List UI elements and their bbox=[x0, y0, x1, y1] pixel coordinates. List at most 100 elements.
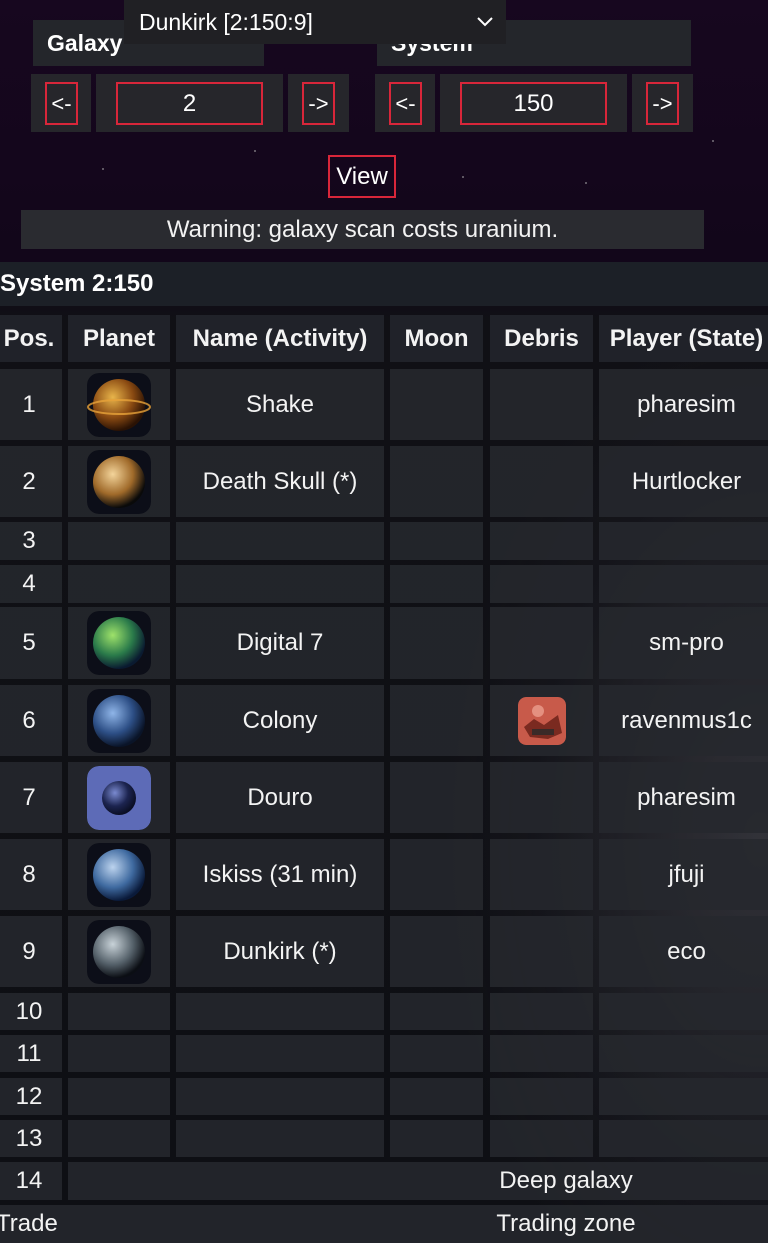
table-cell-planet bbox=[68, 1120, 170, 1157]
gas-giant-planet-icon[interactable] bbox=[87, 372, 151, 437]
table-cell-player bbox=[599, 565, 768, 603]
table-cell-debris bbox=[490, 916, 593, 987]
table-cell-planet bbox=[68, 1078, 170, 1115]
table-cell-debris bbox=[490, 685, 593, 756]
table-cell-pos: 12 bbox=[0, 1078, 62, 1115]
header-planet: Planet bbox=[68, 315, 170, 362]
table-cell-moon bbox=[390, 993, 483, 1030]
star bbox=[102, 168, 104, 170]
star bbox=[712, 140, 714, 142]
special-row-label: Trade bbox=[0, 1205, 68, 1243]
debris-field-icon[interactable] bbox=[517, 696, 566, 745]
table-cell-name[interactable]: Digital 7 bbox=[176, 607, 384, 679]
table-cell-planet bbox=[68, 993, 170, 1030]
table-cell-planet bbox=[68, 522, 170, 560]
table-cell-moon bbox=[390, 565, 483, 603]
table-cell-debris bbox=[490, 1035, 593, 1072]
special-row-value: Deep galaxy bbox=[68, 1162, 768, 1200]
table-cell-player[interactable]: sm-pro bbox=[599, 607, 768, 679]
table-cell-name bbox=[176, 565, 384, 603]
table-cell-debris bbox=[490, 993, 593, 1030]
table-cell-pos: 2 bbox=[0, 446, 62, 517]
table-cell-moon bbox=[390, 916, 483, 987]
jungle-planet-icon[interactable] bbox=[87, 611, 151, 675]
special-row-value: Trading zone bbox=[68, 1205, 768, 1243]
table-cell-pos: 13 bbox=[0, 1120, 62, 1157]
table-cell-name bbox=[176, 1120, 384, 1157]
table-cell-player[interactable]: ravenmus1c bbox=[599, 685, 768, 756]
table-cell-moon bbox=[390, 1035, 483, 1072]
table-cell-debris bbox=[490, 522, 593, 560]
table-cell-pos: 4 bbox=[0, 565, 62, 603]
table-cell-player[interactable]: pharesim bbox=[599, 762, 768, 833]
chevron-down-icon bbox=[477, 17, 493, 27]
system-next-button[interactable]: -> bbox=[646, 82, 679, 125]
table-cell-player bbox=[599, 993, 768, 1030]
table-cell-name[interactable]: Douro bbox=[176, 762, 384, 833]
table-cell-debris bbox=[490, 565, 593, 603]
table-cell-planet bbox=[68, 839, 170, 910]
table-cell-player bbox=[599, 1035, 768, 1072]
table-cell-moon bbox=[390, 685, 483, 756]
table-cell-moon bbox=[390, 762, 483, 833]
table-cell-name[interactable]: Death Skull (*) bbox=[176, 446, 384, 517]
table-cell-debris bbox=[490, 762, 593, 833]
star bbox=[585, 182, 587, 184]
rocky-planet-icon[interactable] bbox=[87, 919, 151, 984]
desert-planet-icon[interactable] bbox=[87, 449, 151, 514]
table-cell-player bbox=[599, 1078, 768, 1115]
table-cell-pos: 10 bbox=[0, 993, 62, 1030]
table-cell-pos: 6 bbox=[0, 685, 62, 756]
table-cell-player[interactable]: eco bbox=[599, 916, 768, 987]
table-cell-moon bbox=[390, 522, 483, 560]
header-moon: Moon bbox=[390, 315, 483, 362]
table-cell-pos: 3 bbox=[0, 522, 62, 560]
table-cell-moon bbox=[390, 446, 483, 517]
table-cell-moon bbox=[390, 1078, 483, 1115]
header-player: Player (State) bbox=[599, 315, 768, 362]
special-row-label: 14 bbox=[0, 1162, 62, 1200]
planet-select[interactable]: Dunkirk [2:150:9] bbox=[124, 0, 506, 44]
view-button[interactable]: View bbox=[328, 155, 396, 198]
table-cell-player bbox=[599, 522, 768, 560]
earth-planet-icon[interactable] bbox=[87, 688, 151, 753]
table-cell-name[interactable]: Shake bbox=[176, 369, 384, 440]
table-cell-planet bbox=[68, 607, 170, 679]
table-cell-name[interactable]: Colony bbox=[176, 685, 384, 756]
table-cell-pos: 9 bbox=[0, 916, 62, 987]
table-cell-debris bbox=[490, 1120, 593, 1157]
system-title: System 2:150 bbox=[0, 262, 768, 306]
table-cell-planet bbox=[68, 685, 170, 756]
table-cell-name[interactable]: Dunkirk (*) bbox=[176, 916, 384, 987]
dark-planet-icon[interactable] bbox=[87, 765, 151, 830]
table-cell-pos: 11 bbox=[0, 1035, 62, 1072]
warning-banner: Warning: galaxy scan costs uranium. bbox=[21, 210, 704, 249]
system-prev-button[interactable]: <- bbox=[389, 82, 422, 125]
system-number-field[interactable]: 150 bbox=[460, 82, 607, 125]
galaxy-number-field[interactable]: 2 bbox=[116, 82, 263, 125]
table-cell-pos: 7 bbox=[0, 762, 62, 833]
table-cell-player[interactable]: Hurtlocker bbox=[599, 446, 768, 517]
table-cell-moon bbox=[390, 1120, 483, 1157]
table-cell-moon bbox=[390, 369, 483, 440]
table-cell-debris bbox=[490, 607, 593, 679]
table-cell-name bbox=[176, 522, 384, 560]
galaxy-next-button[interactable]: -> bbox=[302, 82, 335, 125]
table-cell-moon bbox=[390, 839, 483, 910]
table-cell-debris bbox=[490, 369, 593, 440]
table-cell-debris bbox=[490, 839, 593, 910]
table-cell-debris bbox=[490, 446, 593, 517]
table-cell-player[interactable]: pharesim bbox=[599, 369, 768, 440]
table-cell-name bbox=[176, 1035, 384, 1072]
table-cell-planet bbox=[68, 446, 170, 517]
header-name: Name (Activity) bbox=[176, 315, 384, 362]
table-cell-player[interactable]: jfuji bbox=[599, 839, 768, 910]
table-cell-player bbox=[599, 1120, 768, 1157]
table-cell-pos: 8 bbox=[0, 839, 62, 910]
table-cell-debris bbox=[490, 1078, 593, 1115]
ice-planet-icon[interactable] bbox=[87, 842, 151, 907]
table-cell-name[interactable]: Iskiss (31 min) bbox=[176, 839, 384, 910]
table-cell-planet bbox=[68, 565, 170, 603]
galaxy-prev-button[interactable]: <- bbox=[45, 82, 78, 125]
header-debris: Debris bbox=[490, 315, 593, 362]
